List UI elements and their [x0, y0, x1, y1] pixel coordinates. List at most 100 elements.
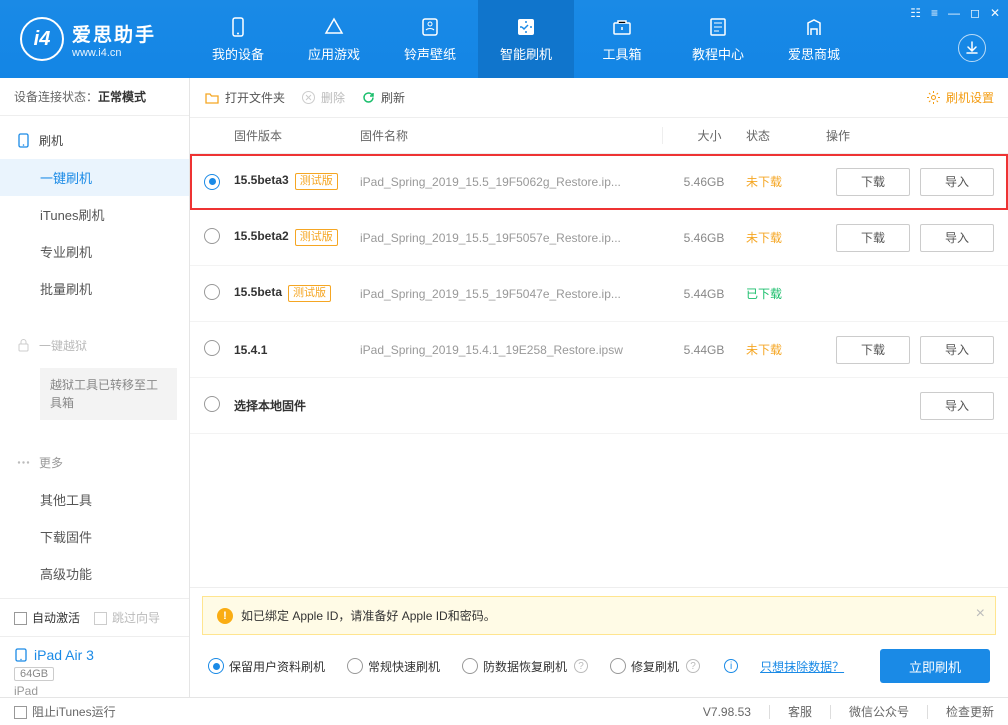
firmware-status: 已下载 — [746, 285, 826, 302]
download-button[interactable]: 下载 — [836, 224, 910, 252]
flash-icon — [515, 16, 537, 38]
nav-toolbox[interactable]: 工具箱 — [574, 0, 670, 78]
firmware-name: iPad_Spring_2019_15.4.1_19E258_Restore.i… — [360, 343, 662, 357]
support-link[interactable]: 客服 — [788, 703, 812, 720]
firmware-row[interactable]: 15.5beta3测试版iPad_Spring_2019_15.5_19F506… — [190, 154, 1008, 210]
tablet-icon — [14, 648, 28, 662]
version-label: V7.98.53 — [703, 705, 751, 719]
nav-tutorial[interactable]: 教程中心 — [670, 0, 766, 78]
wechat-link[interactable]: 微信公众号 — [849, 703, 909, 720]
sidebar-flash-item[interactable]: iTunes刷机 — [0, 196, 189, 233]
folder-icon — [204, 90, 220, 106]
device-icon — [227, 16, 249, 38]
sidebar-head-jailbreak: 一键越狱 — [0, 327, 189, 364]
firmware-row[interactable]: 15.5beta测试版iPad_Spring_2019_15.5_19F5047… — [190, 266, 1008, 322]
flash-mode-option[interactable]: 保留用户资料刷机 — [208, 658, 325, 675]
sidebar-flash-item[interactable]: 一键刷机 — [0, 159, 189, 196]
sidebar-flash-item[interactable]: 专业刷机 — [0, 233, 189, 270]
download-manager-button[interactable] — [958, 34, 986, 62]
warning-icon: ! — [217, 608, 233, 624]
nav-flash[interactable]: 智能刷机 — [478, 0, 574, 78]
firmware-row[interactable]: 15.4.1iPad_Spring_2019_15.4.1_19E258_Res… — [190, 322, 1008, 378]
import-button[interactable]: 导入 — [920, 392, 994, 420]
sidebar-more-item[interactable]: 下载固件 — [0, 518, 189, 555]
capacity-badge: 64GB — [14, 667, 54, 681]
nav-ringtone[interactable]: 铃声壁纸 — [382, 0, 478, 78]
toolbox-icon — [611, 16, 633, 38]
info-icon[interactable]: i — [724, 659, 738, 673]
import-button[interactable]: 导入 — [920, 336, 994, 364]
firmware-radio[interactable] — [204, 228, 220, 244]
device-info[interactable]: iPad Air 3 64GB iPad — [0, 636, 189, 710]
firmware-radio[interactable] — [204, 284, 220, 300]
sidebar-head-flash[interactable]: 刷机 — [0, 122, 189, 159]
erase-data-link[interactable]: 只想抹除数据？ — [760, 658, 844, 675]
firmware-radio[interactable] — [204, 174, 220, 190]
firmware-size: 5.44GB — [662, 287, 746, 301]
sidebar-more-item[interactable]: 高级功能 — [0, 555, 189, 592]
download-button[interactable]: 下载 — [836, 168, 910, 196]
firmware-status: 未下载 — [746, 341, 826, 358]
app-logo: i4 爱思助手 www.i4.cn — [0, 17, 190, 61]
nav-store[interactable]: 爱思商城 — [766, 0, 862, 78]
list-icon[interactable]: ≡ — [931, 6, 938, 20]
sidebar-flash-item[interactable]: 批量刷机 — [0, 270, 189, 307]
flash-now-button[interactable]: 立即刷机 — [880, 649, 990, 683]
block-itunes-checkbox[interactable]: 阻止iTunes运行 — [14, 703, 116, 720]
firmware-version: 15.5beta2测试版 — [234, 229, 360, 246]
window-controls: ☷ ≡ — ◻ ✕ — [910, 6, 1000, 20]
auto-activate-checkbox[interactable]: 自动激活 — [14, 609, 80, 626]
nav-device[interactable]: 我的设备 — [190, 0, 286, 78]
firmware-name: iPad_Spring_2019_15.5_19F5057e_Restore.i… — [360, 231, 662, 245]
nav-apps[interactable]: 应用游戏 — [286, 0, 382, 78]
mode-radio[interactable] — [347, 658, 363, 674]
minimize-icon[interactable]: — — [948, 6, 960, 20]
flash-settings-button[interactable]: 刷机设置 — [926, 89, 994, 106]
firmware-name: iPad_Spring_2019_15.5_19F5062g_Restore.i… — [360, 175, 662, 189]
refresh-button[interactable]: 刷新 — [361, 89, 405, 106]
jailbreak-note: 越狱工具已转移至工具箱 — [40, 368, 177, 420]
appleid-warning: ! 如已绑定 Apple ID，请准备好 Apple ID和密码。 × — [202, 596, 996, 635]
open-folder-button[interactable]: 打开文件夹 — [204, 89, 285, 106]
firmware-radio[interactable] — [204, 340, 220, 356]
ringtone-icon — [419, 16, 441, 38]
help-icon[interactable]: ? — [574, 659, 588, 673]
store-icon — [803, 16, 825, 38]
app-name: 爱思助手 — [72, 20, 156, 47]
mode-radio[interactable] — [462, 658, 478, 674]
maximize-icon[interactable]: ◻ — [970, 6, 980, 20]
help-icon[interactable]: ? — [686, 659, 700, 673]
firmware-version: 15.4.1 — [234, 343, 360, 357]
firmware-size: 5.44GB — [662, 343, 746, 357]
flash-mode-option[interactable]: 防数据恢复刷机? — [462, 658, 588, 675]
download-button[interactable]: 下载 — [836, 336, 910, 364]
flash-mode-option[interactable]: 修复刷机? — [610, 658, 700, 675]
check-update-link[interactable]: 检查更新 — [946, 703, 994, 720]
import-button[interactable]: 导入 — [920, 224, 994, 252]
firmware-status: 未下载 — [746, 173, 826, 190]
flash-mode-option[interactable]: 常规快速刷机 — [347, 658, 440, 675]
delete-button: 删除 — [301, 89, 345, 106]
import-button[interactable]: 导入 — [920, 168, 994, 196]
close-warning-button[interactable]: × — [976, 605, 985, 623]
mode-radio[interactable] — [610, 658, 626, 674]
sidebar-more-item[interactable]: 其他工具 — [0, 481, 189, 518]
gear-icon — [926, 90, 941, 105]
logo-icon: i4 — [20, 17, 64, 61]
firmware-row[interactable]: 15.5beta2测试版iPad_Spring_2019_15.5_19F505… — [190, 210, 1008, 266]
firmware-row[interactable]: 选择本地固件 导入 — [190, 378, 1008, 434]
skip-guide-checkbox[interactable]: 跳过向导 — [94, 609, 160, 626]
close-icon[interactable]: ✕ — [990, 6, 1000, 20]
firmware-name: iPad_Spring_2019_15.5_19F5047e_Restore.i… — [360, 287, 662, 301]
firmware-status: 未下载 — [746, 229, 826, 246]
delete-icon — [301, 90, 316, 105]
menu-icon[interactable]: ☷ — [910, 6, 921, 20]
mode-radio[interactable] — [208, 658, 224, 674]
firmware-radio[interactable] — [204, 396, 220, 412]
firmware-version: 15.5beta3测试版 — [234, 173, 360, 190]
sidebar-head-more[interactable]: 更多 — [0, 444, 189, 481]
refresh-icon — [361, 90, 376, 105]
firmware-size: 5.46GB — [662, 231, 746, 245]
app-url: www.i4.cn — [72, 47, 156, 59]
firmware-version: 选择本地固件 — [234, 397, 360, 414]
